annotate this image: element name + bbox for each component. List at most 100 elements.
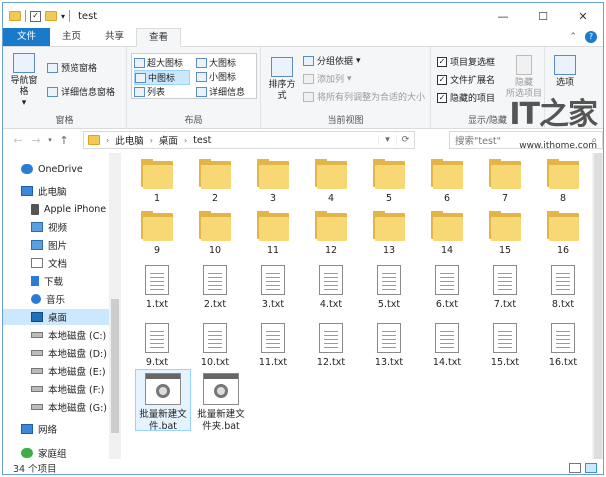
file-item[interactable]: 5.txt [361,265,417,311]
folder-item[interactable]: 12 [303,211,359,257]
nav-item-homegroup[interactable]: 家庭组 [3,445,71,459]
breadcrumb-item[interactable]: 桌面 [159,133,178,147]
nav-item-drive-c[interactable]: 本地磁盘 (C:) [3,327,110,343]
folder-item[interactable]: 11 [245,211,301,257]
file-item[interactable]: 10.txt [187,323,243,369]
file-item[interactable]: 14.txt [419,323,475,369]
up-icon[interactable]: ↑ [55,134,73,147]
folder-item[interactable]: 7 [477,159,533,205]
folder-item[interactable]: 6 [419,159,475,205]
nav-item-drive-e[interactable]: 本地磁盘 (E:) [3,363,110,379]
folder-item[interactable]: 15 [477,211,533,257]
breadcrumb-item[interactable]: test [193,135,211,146]
file-item[interactable]: 1.txt [129,265,185,311]
sort-by-button[interactable]: 排序方式 [265,57,299,102]
nav-scrollbar[interactable] [109,153,121,459]
folder-item[interactable]: 10 [187,211,243,257]
options-button[interactable]: 选项 [549,55,581,89]
file-item[interactable]: 11.txt [245,323,301,369]
file-item[interactable]: 12.txt [303,323,359,369]
layout-medium-icons[interactable]: 中图标 [134,70,190,85]
layout-details[interactable]: 详细信息 [196,85,245,98]
maximize-button[interactable]: ☐ [523,3,563,29]
layout-list[interactable]: 列表 [134,85,165,98]
hidden-items-toggle[interactable]: ✓ 隐藏的项目 [437,91,495,104]
close-button[interactable]: ✕ [563,3,603,29]
help-icon[interactable]: ? [585,31,597,43]
nav-item-drive-d[interactable]: 本地磁盘 (D:) [3,345,111,361]
recent-locations-icon[interactable]: ▾ [45,136,55,144]
file-item[interactable]: 2.txt [187,265,243,311]
nav-item-videos[interactable]: 视频 [3,219,71,235]
refresh-icon[interactable]: ⟳ [396,135,414,145]
hide-selected-button[interactable]: 隐藏 所选项目 [505,55,543,100]
folder-item[interactable]: 8 [535,159,591,205]
folder-item[interactable]: 2 [187,159,243,205]
file-item[interactable]: 3.txt [245,265,301,311]
file-item[interactable]: 6.txt [419,265,475,311]
nav-item-desktop[interactable]: 桌面 [3,309,109,325]
customize-qat-icon[interactable]: ▾ [61,12,65,21]
folder-item[interactable]: 5 [361,159,417,205]
content-scrollbar[interactable] [592,153,603,459]
tab-share[interactable]: 共享 [93,28,136,46]
nav-item-onedrive[interactable]: OneDrive [3,161,87,177]
layout-large-icons[interactable]: 大图标 [196,56,236,69]
file-item[interactable]: 9.txt [129,323,185,369]
item-checkboxes-toggle[interactable]: ✓ 项目复选框 [437,55,495,68]
new-folder-icon[interactable] [45,11,57,21]
folder-item[interactable]: 3 [245,159,301,205]
add-column-button[interactable]: 添加列 ▾ [303,72,352,85]
folder-item[interactable]: 13 [361,211,417,257]
file-item[interactable]: 8.txt [535,265,591,311]
forward-icon[interactable]: → [27,134,45,147]
details-pane-button[interactable]: 详细信息窗格 [47,85,115,98]
layout-extra-large-icons[interactable]: 超大图标 [134,56,183,69]
preview-pane-button[interactable]: 预览窗格 [47,61,97,74]
nav-item-documents[interactable]: 文档 [3,255,71,271]
bat-file-item[interactable]: 批量新建文件.bat [135,373,191,433]
file-item[interactable]: 7.txt [477,265,533,311]
folder-item[interactable]: 9 [129,211,185,257]
file-item[interactable]: 4.txt [303,265,359,311]
file-item[interactable]: 13.txt [361,323,417,369]
search-input[interactable]: 搜索"test" [455,133,501,147]
nav-item-iphone[interactable]: Apple iPhone [3,201,110,217]
folder-item[interactable]: 14 [419,211,475,257]
breadcrumb-item[interactable]: 此电脑 [115,133,144,147]
chevron-right-icon[interactable]: › [184,136,187,145]
tab-file[interactable]: 文件 [3,28,51,46]
nav-item-pictures[interactable]: 图片 [3,237,71,253]
nav-item-music[interactable]: 音乐 [3,291,69,307]
breadcrumb[interactable]: › 此电脑 › 桌面 › test ▾ ⟳ [83,131,415,149]
nav-item-downloads[interactable]: 下载 [3,273,67,289]
nav-pane-button[interactable]: 导航窗格 ▾ [7,53,41,109]
minimize-button[interactable]: — [483,3,523,29]
nav-item-network[interactable]: 网络 [3,421,61,437]
tab-view[interactable]: 查看 [136,28,182,47]
properties-icon[interactable]: ✓ [30,10,41,22]
folder-item[interactable]: 4 [303,159,359,205]
tab-home[interactable]: 主页 [50,28,93,46]
file-item[interactable]: 16.txt [535,323,591,369]
scrollbar-thumb[interactable] [594,153,602,459]
folder-item[interactable]: 16 [535,211,591,257]
address-dropdown-icon[interactable]: ▾ [378,135,396,145]
chevron-right-icon[interactable]: › [150,136,153,145]
file-item[interactable]: 15.txt [477,323,533,369]
nav-item-this-pc[interactable]: 此电脑 [3,183,71,199]
layout-small-icons[interactable]: 小图标 [196,70,236,83]
fit-columns-button[interactable]: 将所有列调整为合适的大小 [303,90,425,103]
file-extensions-toggle[interactable]: ✓ 文件扩展名 [437,73,495,86]
details-view-icon[interactable] [569,462,581,473]
scrollbar-thumb[interactable] [111,299,119,433]
nav-item-drive-f[interactable]: 本地磁盘 (F:) [3,381,108,397]
back-icon[interactable]: ← [9,134,27,147]
nav-item-drive-g[interactable]: 本地磁盘 (G:) [3,399,111,415]
bat-file-item[interactable]: 批量新建文件夹.bat [193,373,249,433]
folder-item[interactable]: 1 [129,159,185,205]
collapse-ribbon-icon[interactable]: ⌃ [569,32,577,42]
chevron-right-icon[interactable]: › [106,136,109,145]
group-by-button[interactable]: 分组依据 ▾ [303,54,361,67]
large-icons-view-icon[interactable] [585,462,597,473]
